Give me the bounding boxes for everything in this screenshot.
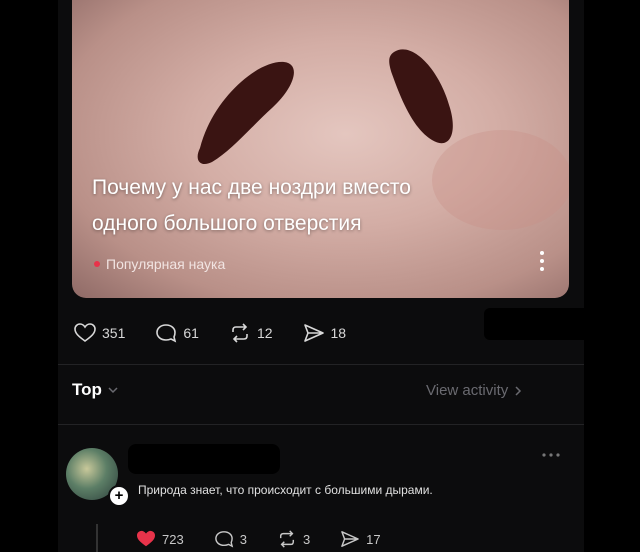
post-actions: 351 61 12 18 [74,320,376,346]
view-activity-label: View activity [426,382,509,399]
like-button[interactable]: 351 [74,323,125,343]
divider [58,424,584,425]
repost-icon [279,530,294,548]
send-icon [303,324,324,342]
sort-filter-dropdown[interactable]: Top [72,380,118,400]
comment-repost-button[interactable]: 3 [277,530,310,548]
share-button[interactable]: 18 [303,323,347,343]
comment-bubble-icon [214,531,233,548]
comment-bubble-icon [156,324,177,343]
follow-plus-icon[interactable]: + [108,485,130,507]
view-activity-link[interactable]: View activity [426,382,522,399]
chevron-right-icon [515,385,522,396]
category-dot [94,261,100,267]
post-title-line-1: Почему у нас две ноздри вместо [92,176,411,199]
comment-reply-button[interactable]: 3 [214,530,247,548]
comment-share-count: 17 [366,531,381,547]
post-category-label: Популярная наука [106,256,226,272]
repost-icon [232,323,248,343]
reply-thread-line [96,524,98,552]
post-card[interactable] [72,0,569,298]
comment-button[interactable]: 61 [155,323,199,343]
heart-filled-icon [137,530,155,547]
post-title[interactable]: Почему у нас две ноздри вместо одного бо… [92,170,512,242]
chevron-down-icon [108,387,118,394]
post-category[interactable]: Популярная наука [94,256,225,272]
vertical-dots-icon[interactable] [533,248,551,274]
share-count: 18 [330,325,347,341]
nose-image [197,49,569,230]
comment-like-button[interactable]: 723 [136,530,184,548]
like-count: 351 [102,325,126,341]
repost-count: 12 [256,325,273,341]
comment-share-button[interactable]: 17 [340,530,381,548]
heart-icon [74,323,96,342]
horizontal-dots-icon[interactable] [540,450,562,460]
comment-text: Природа знает, что происходит с большими… [138,483,433,497]
redaction-bar [484,308,640,340]
post-title-line-2: одного большого отверстия [92,212,362,235]
comment-actions: 723 3 3 17 [136,530,411,548]
comment-reply-count: 3 [239,531,247,547]
sort-filter-label: Top [72,380,102,399]
repost-button[interactable]: 12 [229,323,273,343]
redaction-bar [128,444,280,474]
comment-repost-count: 3 [302,531,311,547]
divider [58,364,584,365]
comment-count: 61 [183,325,199,341]
send-icon [341,531,359,547]
comment-like-count: 723 [162,531,184,547]
